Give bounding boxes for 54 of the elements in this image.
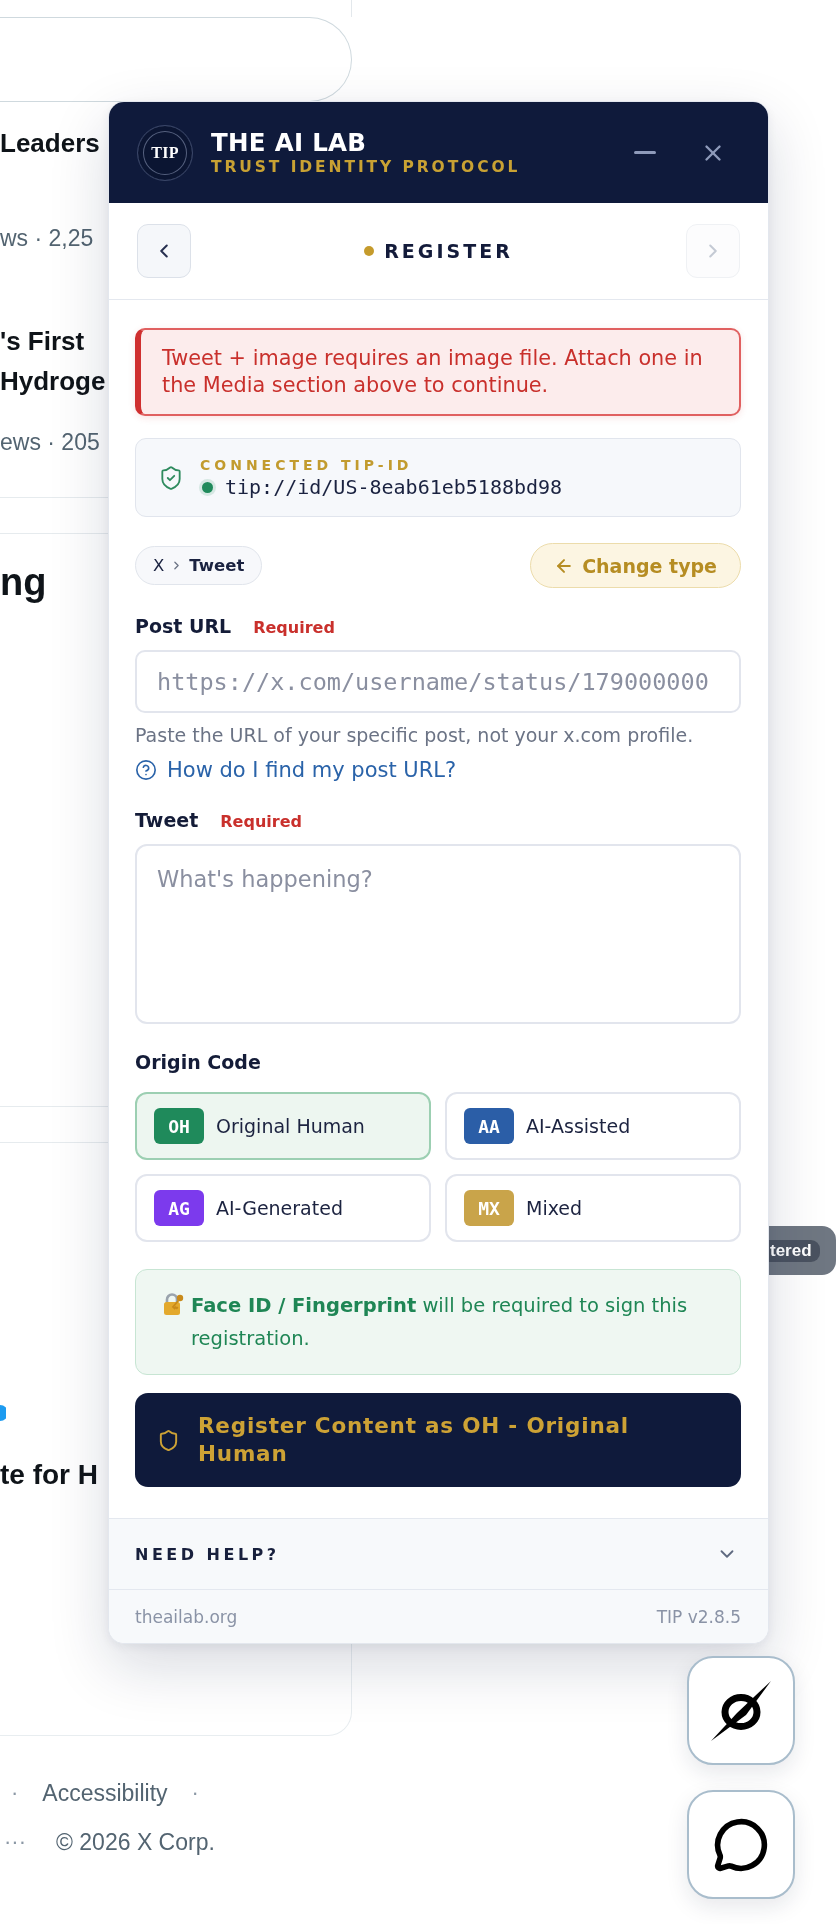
shield-check-icon xyxy=(158,464,184,491)
version-text: TIP v2.8.5 xyxy=(656,1606,741,1627)
required-label: Required xyxy=(253,618,335,638)
logo-button[interactable] xyxy=(687,1656,795,1765)
error-message: Tweet + image requires an image file. Attach one in the Media section above to continue. xyxy=(135,328,741,416)
connected-label: CONNECTED TIP-ID xyxy=(200,456,414,474)
panel-subtitle: TRUST IDENTITY PROTOCOL xyxy=(211,157,522,177)
chat-bubble-icon xyxy=(713,1816,769,1873)
origin-option[interactable]: AA AI-Assisted xyxy=(445,1092,741,1160)
trend-meta: ews · 205 xyxy=(0,428,100,456)
tip-logo: TIP xyxy=(137,124,193,181)
required-label: Required xyxy=(220,812,302,832)
trend-title[interactable]: te for H xyxy=(0,1458,98,1492)
step-title: REGISTER xyxy=(384,239,513,263)
footer-link[interactable]: Accessibility xyxy=(42,1780,168,1806)
help-link[interactable]: How do I find my post URL? xyxy=(135,757,457,783)
notice-text: Face ID / Fingerprint will be required to sign this registration. xyxy=(191,1293,689,1352)
origin-option[interactable]: AG AI-Generated xyxy=(135,1174,431,1242)
step-dot-icon xyxy=(364,246,375,256)
field-hint: Paste the URL of your specific post, not your x.com profile. xyxy=(135,723,695,747)
help-toggle[interactable]: NEED HELP? xyxy=(109,1518,768,1589)
field-label: Post URL xyxy=(135,614,232,639)
trend-meta: ws · 2,25 xyxy=(0,224,94,252)
trend-title[interactable]: 's First xyxy=(0,321,85,361)
origin-code-badge: AG xyxy=(154,1190,204,1226)
tip-id-value: tip://id/US-8eab61eb5188bd98 xyxy=(225,475,563,499)
section-heading: ng xyxy=(0,560,47,605)
origin-code-badge: AA xyxy=(464,1108,514,1144)
slashed-ring-icon xyxy=(710,1679,772,1742)
origin-code-badge: MX xyxy=(464,1190,514,1226)
status-tag: tered xyxy=(768,1239,820,1262)
origin-option[interactable]: OH Original Human xyxy=(135,1092,431,1160)
field-label: Tweet xyxy=(135,808,199,833)
footer-separator: · xyxy=(11,1780,19,1806)
shield-icon xyxy=(157,1428,180,1452)
lock-with-key-icon xyxy=(161,1292,185,1316)
chat-button[interactable] xyxy=(687,1790,795,1899)
question-circle-icon xyxy=(135,759,157,781)
origin-code-badge: OH xyxy=(154,1108,204,1144)
trend-title[interactable]: Hydroge xyxy=(0,361,106,401)
post-url-input[interactable]: https://x.com/username/status/179000000 xyxy=(135,650,741,713)
search-field[interactable] xyxy=(0,17,352,102)
panel-title: THE AI LAB xyxy=(211,128,368,157)
minimize-icon xyxy=(634,151,656,154)
trend-title[interactable]: Leaders xyxy=(0,127,100,159)
register-button[interactable]: Register Content as OH - Original Human xyxy=(135,1393,741,1487)
badge-icon xyxy=(0,1405,6,1421)
breadcrumb-item: X xyxy=(153,555,165,576)
origin-option[interactable]: MX Mixed xyxy=(445,1174,741,1242)
tweet-textarea[interactable]: What's happening? xyxy=(135,844,741,1024)
section-label: Origin Code xyxy=(135,1050,262,1075)
copyright-text: © 2026 X Corp. xyxy=(56,1829,215,1855)
footer-separator: · xyxy=(191,1780,199,1806)
breadcrumb-item: Tweet xyxy=(189,555,245,576)
